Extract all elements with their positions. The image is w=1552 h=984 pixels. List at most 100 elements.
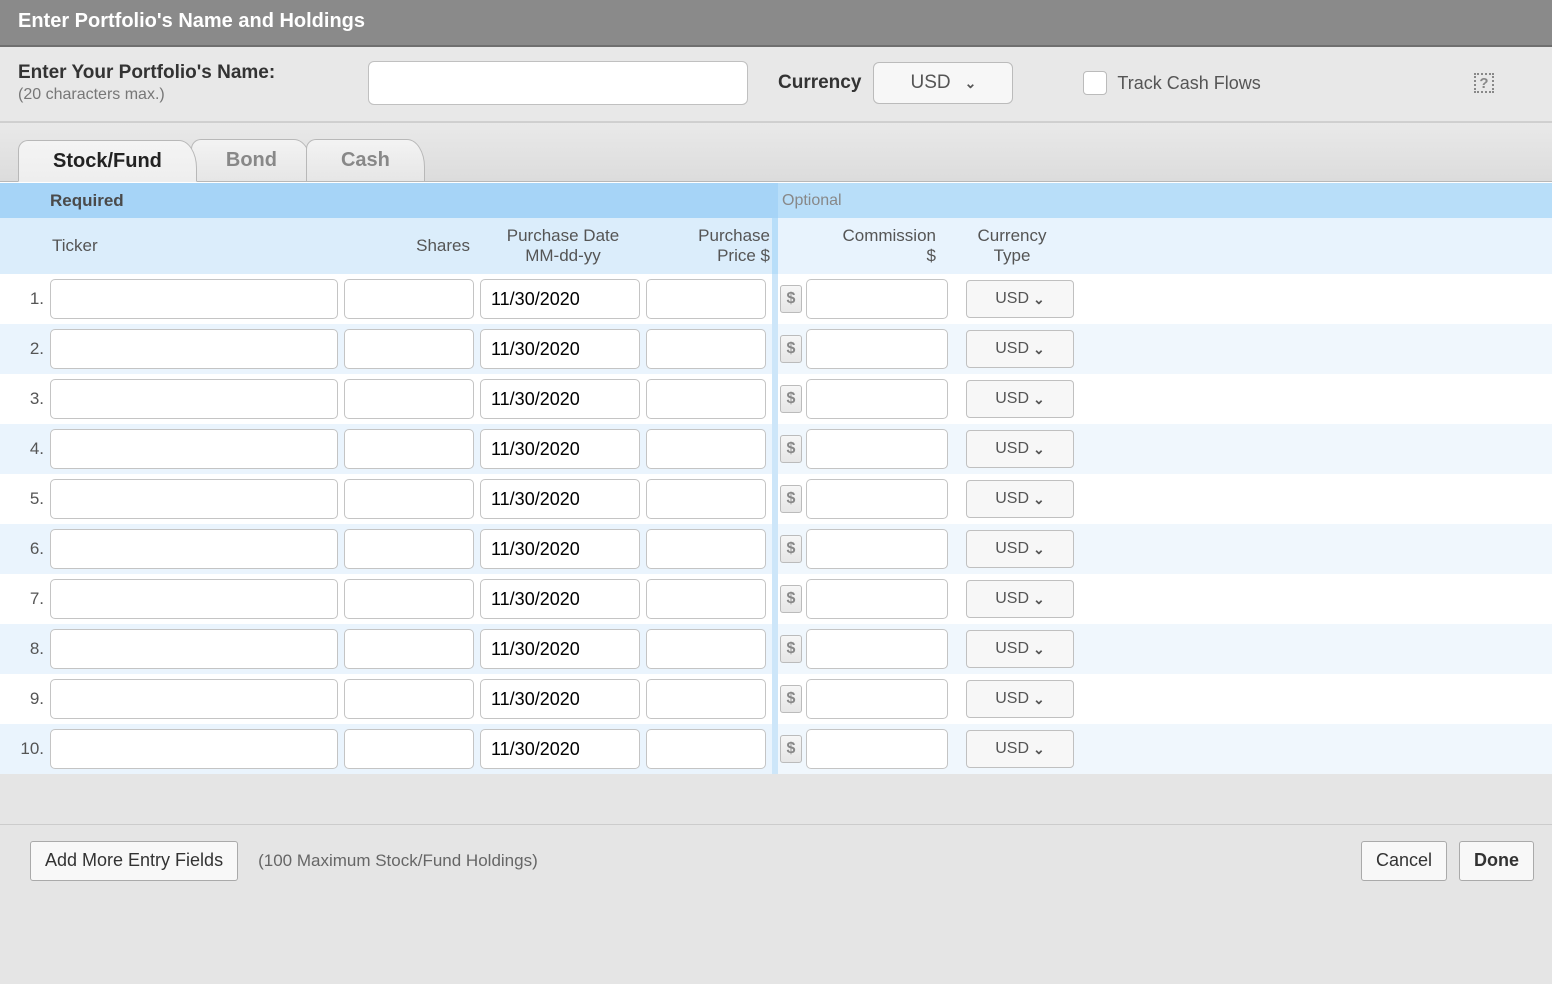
row-currency-value: USD <box>995 340 1029 358</box>
purchase-price-input[interactable] <box>646 379 766 419</box>
tab-bond[interactable]: Bond <box>191 139 312 181</box>
shares-input[interactable] <box>344 429 474 469</box>
row-currency-value: USD <box>995 640 1029 658</box>
purchase-date-input[interactable] <box>480 279 640 319</box>
purchase-price-input[interactable] <box>646 579 766 619</box>
row-currency-value: USD <box>995 590 1029 608</box>
row-number: 9. <box>0 689 50 709</box>
purchase-date-input[interactable] <box>480 629 640 669</box>
portfolio-name-input[interactable] <box>368 61 748 105</box>
ticker-input[interactable] <box>50 579 338 619</box>
purchase-price-input[interactable] <box>646 279 766 319</box>
purchase-price-input[interactable] <box>646 529 766 569</box>
ticker-input[interactable] <box>50 479 338 519</box>
shares-input[interactable] <box>344 329 474 369</box>
holding-row: 5.$USD⌄ <box>0 474 1552 524</box>
holding-row: 1.$USD⌄ <box>0 274 1552 324</box>
row-number: 10. <box>0 739 50 759</box>
ticker-input[interactable] <box>50 279 338 319</box>
dollar-icon: $ <box>780 685 802 713</box>
purchase-date-input[interactable] <box>480 429 640 469</box>
ticker-input[interactable] <box>50 529 338 569</box>
commission-input[interactable] <box>806 479 948 519</box>
help-icon[interactable]: ? <box>1474 73 1494 93</box>
dollar-icon: $ <box>780 335 802 363</box>
purchase-date-input[interactable] <box>480 679 640 719</box>
dollar-icon: $ <box>780 585 802 613</box>
ticker-input[interactable] <box>50 629 338 669</box>
commission-input[interactable] <box>806 629 948 669</box>
holding-row: 10.$USD⌄ <box>0 724 1552 774</box>
purchase-date-input[interactable] <box>480 479 640 519</box>
commission-input[interactable] <box>806 329 948 369</box>
dollar-icon: $ <box>780 535 802 563</box>
purchase-date-input[interactable] <box>480 529 640 569</box>
purchase-price-input[interactable] <box>646 429 766 469</box>
row-currency-select[interactable]: USD⌄ <box>966 680 1074 718</box>
row-currency-select[interactable]: USD⌄ <box>966 280 1074 318</box>
purchase-date-input[interactable] <box>480 579 640 619</box>
purchase-price-input[interactable] <box>646 679 766 719</box>
shares-input[interactable] <box>344 479 474 519</box>
currency-select-value: USD <box>910 72 950 94</box>
row-currency-select[interactable]: USD⌄ <box>966 580 1074 618</box>
chevron-down-icon: ⌄ <box>1033 441 1045 458</box>
row-currency-select[interactable]: USD⌄ <box>966 430 1074 468</box>
shares-input[interactable] <box>344 579 474 619</box>
purchase-date-input[interactable] <box>480 379 640 419</box>
tabs: Stock/FundBondCash <box>0 122 1552 182</box>
row-currency-select[interactable]: USD⌄ <box>966 630 1074 668</box>
ticker-input[interactable] <box>50 679 338 719</box>
holding-row: 2.$USD⌄ <box>0 324 1552 374</box>
commission-input[interactable] <box>806 429 948 469</box>
holding-row: 7.$USD⌄ <box>0 574 1552 624</box>
ticker-input[interactable] <box>50 379 338 419</box>
shares-input[interactable] <box>344 379 474 419</box>
chevron-down-icon: ⌄ <box>1033 641 1045 658</box>
purchase-price-input[interactable] <box>646 479 766 519</box>
tab-cash[interactable]: Cash <box>306 139 425 181</box>
shares-input[interactable] <box>344 729 474 769</box>
tab-stock-fund[interactable]: Stock/Fund <box>18 140 197 182</box>
row-currency-value: USD <box>995 440 1029 458</box>
ticker-input[interactable] <box>50 329 338 369</box>
shares-input[interactable] <box>344 279 474 319</box>
row-currency-value: USD <box>995 490 1029 508</box>
commission-input[interactable] <box>806 379 948 419</box>
chevron-down-icon: ⌄ <box>1033 341 1045 358</box>
purchase-price-input[interactable] <box>646 729 766 769</box>
track-cash-flows-checkbox[interactable] <box>1083 71 1107 95</box>
commission-input[interactable] <box>806 279 948 319</box>
header-row: Enter Your Portfolio's Name: (20 charact… <box>0 47 1552 122</box>
row-currency-select[interactable]: USD⌄ <box>966 330 1074 368</box>
row-currency-select[interactable]: USD⌄ <box>966 730 1074 768</box>
row-currency-select[interactable]: USD⌄ <box>966 530 1074 568</box>
row-currency-select[interactable]: USD⌄ <box>966 480 1074 518</box>
commission-input[interactable] <box>806 529 948 569</box>
cancel-button[interactable]: Cancel <box>1361 841 1447 881</box>
done-button[interactable]: Done <box>1459 841 1534 881</box>
add-more-entry-fields-button[interactable]: Add More Entry Fields <box>30 841 238 881</box>
shares-input[interactable] <box>344 679 474 719</box>
footer: Add More Entry Fields (100 Maximum Stock… <box>0 824 1552 896</box>
shares-input[interactable] <box>344 529 474 569</box>
purchase-price-input[interactable] <box>646 329 766 369</box>
commission-input[interactable] <box>806 679 948 719</box>
chevron-down-icon: ⌄ <box>1033 291 1045 308</box>
ticker-input[interactable] <box>50 729 338 769</box>
chevron-down-icon: ⌄ <box>1033 591 1045 608</box>
commission-input[interactable] <box>806 729 948 769</box>
commission-input[interactable] <box>806 579 948 619</box>
max-holdings-note: (100 Maximum Stock/Fund Holdings) <box>258 851 538 871</box>
holding-row: 9. $ USD⌄ <box>0 674 1552 724</box>
chevron-down-icon: ⌄ <box>1033 391 1045 408</box>
purchase-date-input[interactable] <box>480 729 640 769</box>
row-number: 1. <box>0 289 50 309</box>
currency-select[interactable]: USD ⌄ <box>873 62 1013 104</box>
ticker-input[interactable] <box>50 429 338 469</box>
chevron-down-icon: ⌄ <box>1033 691 1045 708</box>
row-currency-select[interactable]: USD⌄ <box>966 380 1074 418</box>
purchase-date-input[interactable] <box>480 329 640 369</box>
purchase-price-input[interactable] <box>646 629 766 669</box>
shares-input[interactable] <box>344 629 474 669</box>
